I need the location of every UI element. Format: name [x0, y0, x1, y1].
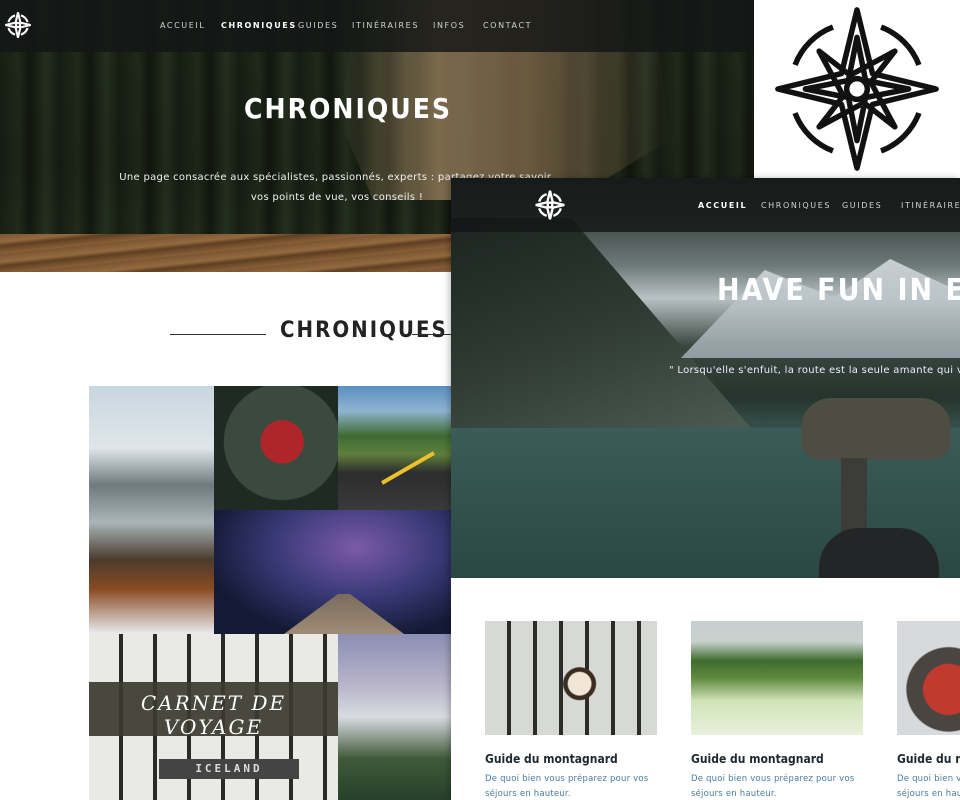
road-line — [381, 451, 435, 485]
guide-card-description: De quoi bien vous préparez pour vos séjo… — [897, 772, 960, 800]
nav-accueil[interactable]: ACCUEIL — [160, 21, 205, 30]
guide-card-description-line-2: séjours en haut — [897, 789, 960, 799]
binocular-base — [819, 528, 939, 578]
nav-itineraires[interactable]: ITINÉRAIRES — [901, 201, 960, 210]
night-path — [284, 594, 404, 634]
guide-card-title[interactable]: Guide du montagnard — [485, 752, 657, 766]
nav-itineraires[interactable]: ITINÉRAIRES — [352, 21, 419, 30]
carnet-label: CARNET DE VOYAGE — [140, 691, 287, 739]
section-title: CHRONIQUES — [170, 318, 470, 348]
section-title-text: CHRONIQUES — [280, 318, 448, 343]
guide-card[interactable]: Guide du montagnard De quoi bien vous pr… — [897, 621, 960, 800]
back-nav-bar: ACCUEIL CHRONIQUES GUIDES ITINÉRAIRES IN… — [0, 0, 754, 52]
gallery-tile-carnet[interactable]: CARNET DE VOYAGE ICELAND — [89, 634, 338, 800]
gallery-tile-alps[interactable] — [338, 634, 451, 800]
guide-card-description-line-1: De quoi bien vous préparez pour vos — [691, 774, 855, 784]
front-nav-bar: ACCUEIL CHRONIQUES GUIDES ITINÉRAIRES — [451, 178, 960, 232]
nav-chroniques[interactable]: CHRONIQUES — [221, 21, 297, 30]
front-hero-title: HAVE FUN IN EU — [717, 273, 960, 308]
gallery-tile-backpack[interactable] — [214, 386, 338, 510]
logo-icon[interactable] — [3, 10, 33, 40]
nav-contact[interactable]: CONTACT — [483, 21, 532, 30]
gallery-tile-road[interactable] — [338, 386, 451, 510]
nav-infos[interactable]: INFOS — [433, 21, 465, 30]
gallery-tile-night-sky[interactable] — [214, 510, 451, 634]
back-hero-title: CHRONIQUES — [244, 92, 453, 125]
guide-card-description: De quoi bien vous préparez pour vos séjo… — [485, 772, 657, 800]
hero-photo-mountain-left — [451, 218, 751, 428]
logo-icon[interactable] — [533, 188, 567, 222]
brand-logo-panel — [754, 0, 960, 178]
guide-card-image — [485, 621, 657, 735]
guide-card-title[interactable]: Guide du montagnard — [897, 752, 960, 766]
guide-card-description: De quoi bien vous préparez pour vos séjo… — [691, 772, 863, 800]
nav-guides[interactable]: GUIDES — [298, 21, 338, 30]
section-title-rule-right — [412, 334, 452, 335]
hero-photo-binocular — [771, 398, 960, 578]
binocular-head — [801, 398, 951, 460]
guide-card-description-line-1: De quoi bien vous préparez pour vos — [897, 774, 960, 784]
gallery-tile-mountain[interactable] — [89, 386, 214, 634]
guide-card[interactable]: Guide du montagnard De quoi bien vous pr… — [691, 621, 863, 800]
guide-card-title[interactable]: Guide du montagnard — [691, 752, 863, 766]
guide-card-image — [691, 621, 863, 735]
nav-chroniques[interactable]: CHRONIQUES — [761, 201, 831, 210]
front-page: ACCUEIL CHRONIQUES GUIDES ITINÉRAIRES HA… — [451, 178, 960, 800]
iceland-label: ICELAND — [159, 759, 299, 779]
guide-card[interactable]: Guide du montagnard De quoi bien vous pr… — [485, 621, 657, 800]
section-title-rule-left — [170, 334, 266, 335]
guide-card-description-line-2: séjours en hauteur. — [485, 789, 571, 799]
compass-rose-icon — [775, 7, 939, 171]
guide-card-description-line-2: séjours en hauteur. — [691, 789, 777, 799]
guide-card-image — [897, 621, 960, 735]
front-hero-quote: " Lorsqu'elle s'enfuit, la route est la … — [669, 365, 960, 376]
nav-guides[interactable]: GUIDES — [842, 201, 882, 210]
nav-accueil[interactable]: ACCUEIL — [698, 201, 747, 210]
guide-card-description-line-1: De quoi bien vous préparez pour vos — [485, 774, 649, 784]
front-hero: ACCUEIL CHRONIQUES GUIDES ITINÉRAIRES HA… — [451, 178, 960, 578]
